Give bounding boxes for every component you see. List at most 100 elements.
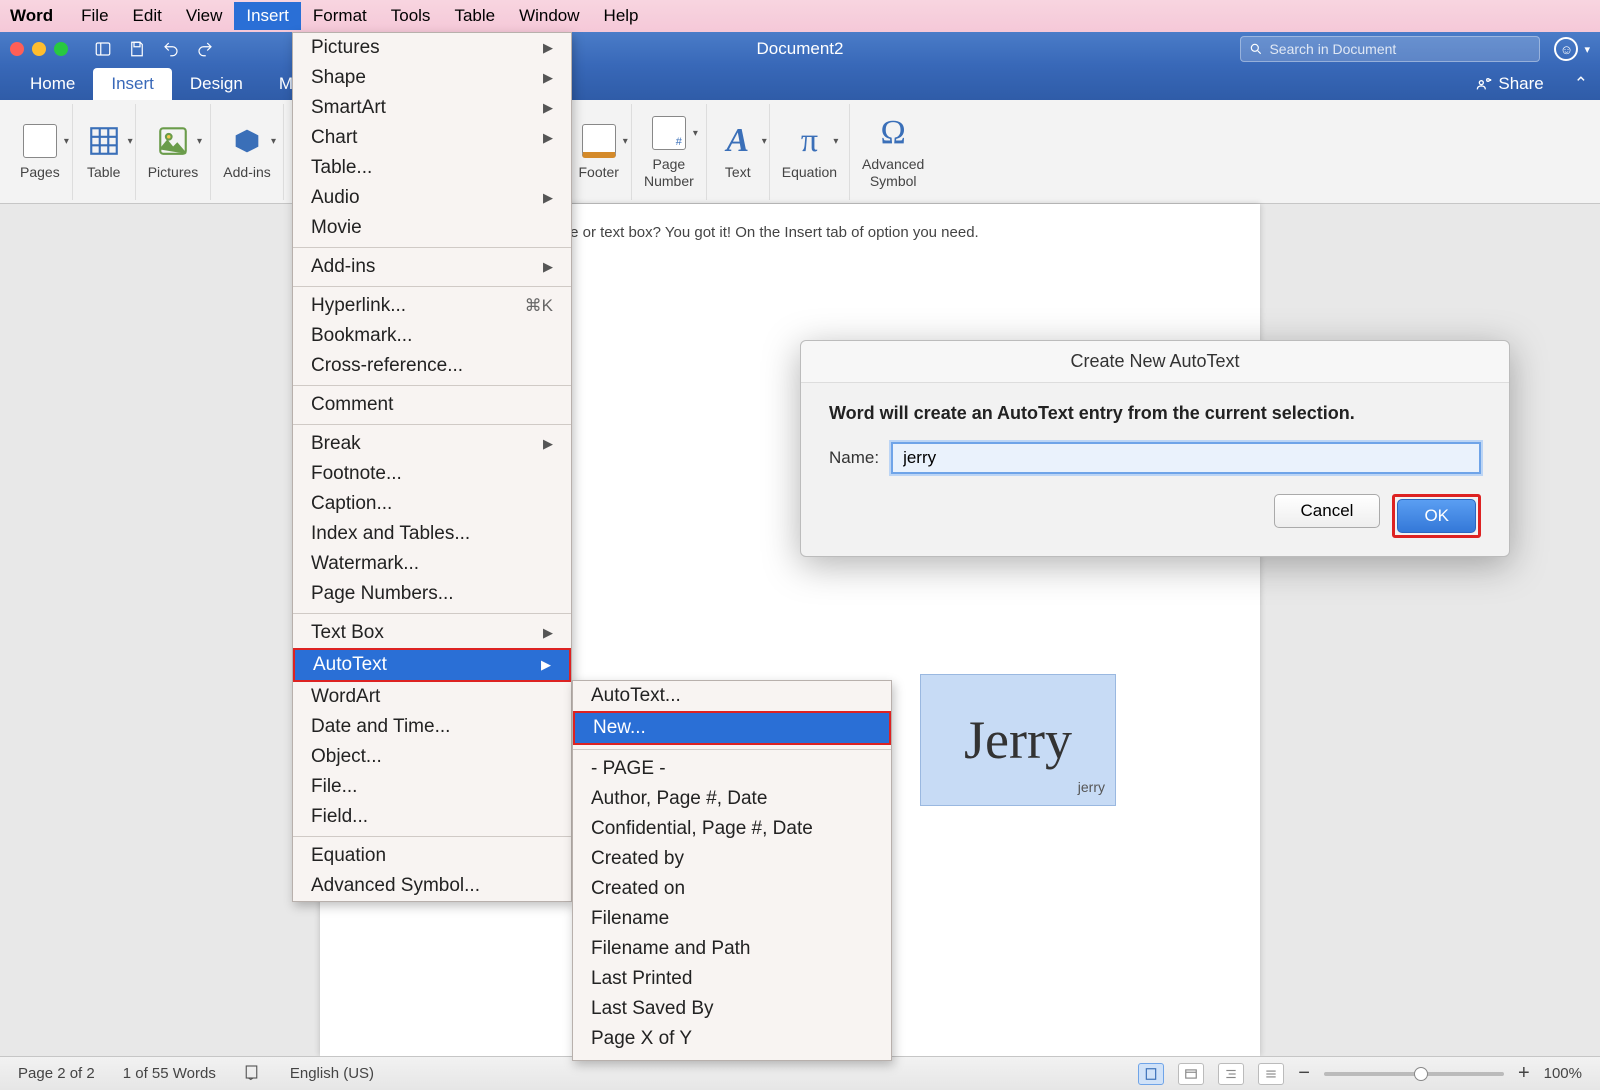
insert-menu-item[interactable]: Watermark... — [293, 549, 571, 579]
insert-menu-item[interactable]: Text Box▶ — [293, 618, 571, 648]
autotext-entry[interactable]: Last Saved By — [573, 994, 891, 1024]
ribbon-addins[interactable]: ▾Add-ins — [211, 104, 283, 200]
ribbon-equation[interactable]: π▾Equation — [770, 104, 850, 200]
sidebar-toggle-icon[interactable] — [92, 38, 114, 60]
close-button[interactable] — [10, 42, 24, 56]
insert-menu-item[interactable]: AutoText▶ — [293, 648, 571, 682]
insert-menu-item[interactable]: Date and Time... — [293, 712, 571, 742]
view-outline-icon[interactable] — [1218, 1063, 1244, 1085]
ribbon-page-number[interactable]: #▾Page Number — [632, 104, 707, 200]
ribbon-footer[interactable]: ▾Footer — [567, 104, 632, 200]
insert-menu-item[interactable]: Cross-reference... — [293, 351, 571, 381]
menu-item-label: Add-ins — [311, 256, 375, 278]
autotext-entry[interactable]: Filename and Path — [573, 934, 891, 964]
insert-menu-item[interactable]: Movie — [293, 213, 571, 243]
insert-menu-item[interactable]: Equation — [293, 841, 571, 871]
tab-design[interactable]: Design — [172, 68, 261, 100]
autotext-menu-item[interactable]: New... — [573, 711, 891, 745]
zoom-in-button[interactable]: + — [1518, 1062, 1530, 1085]
insert-menu-item[interactable]: Footnote... — [293, 459, 571, 489]
view-draft-icon[interactable] — [1258, 1063, 1284, 1085]
submenu-arrow-icon: ▶ — [543, 259, 553, 275]
insert-menu-item[interactable]: Pictures▶ — [293, 33, 571, 63]
status-words[interactable]: 1 of 55 Words — [123, 1065, 216, 1082]
insert-menu-item[interactable]: Page Numbers... — [293, 579, 571, 609]
autotext-menu-item[interactable]: AutoText... — [573, 681, 891, 711]
insert-menu-item[interactable]: SmartArt▶ — [293, 93, 571, 123]
autotext-entry[interactable]: Page X of Y — [573, 1024, 891, 1054]
redo-icon[interactable] — [194, 38, 216, 60]
menu-shortcut: ⌘K — [525, 296, 553, 316]
menu-format[interactable]: Format — [301, 2, 379, 30]
menu-item-label: Audio — [311, 187, 360, 209]
share-button[interactable]: Share — [1476, 74, 1543, 100]
ribbon-pages[interactable]: ▾Pages — [8, 104, 73, 200]
insert-menu-item[interactable]: Bookmark... — [293, 321, 571, 351]
autotext-entry[interactable]: Last Printed — [573, 964, 891, 994]
insert-menu-item[interactable]: Advanced Symbol... — [293, 871, 571, 901]
tab-home[interactable]: Home — [12, 68, 93, 100]
zoom-level[interactable]: 100% — [1544, 1065, 1582, 1082]
search-input[interactable]: Search in Document — [1240, 36, 1540, 62]
menu-item-label: Comment — [311, 394, 393, 416]
save-icon[interactable] — [126, 38, 148, 60]
menu-table[interactable]: Table — [442, 2, 507, 30]
menu-tools[interactable]: Tools — [379, 2, 443, 30]
insert-menu-item[interactable]: WordArt — [293, 682, 571, 712]
autotext-entry[interactable]: Created by — [573, 844, 891, 874]
menu-help[interactable]: Help — [592, 2, 651, 30]
tab-insert[interactable]: Insert — [93, 68, 172, 100]
autotext-entry[interactable]: Confidential, Page #, Date — [573, 814, 891, 844]
maximize-button[interactable] — [54, 42, 68, 56]
insert-menu-item[interactable]: Table... — [293, 153, 571, 183]
insert-menu-item[interactable]: Object... — [293, 742, 571, 772]
insert-menu-item[interactable]: Comment — [293, 390, 571, 420]
minimize-button[interactable] — [32, 42, 46, 56]
menu-separator — [293, 613, 571, 614]
ok-button[interactable]: OK — [1397, 499, 1476, 533]
menu-separator — [293, 247, 571, 248]
ribbon-text[interactable]: A▾Text — [707, 104, 770, 200]
insert-menu-item[interactable]: Caption... — [293, 489, 571, 519]
view-web-layout-icon[interactable] — [1178, 1063, 1204, 1085]
menu-item-label: Watermark... — [311, 553, 419, 575]
signature-selection[interactable]: Jerry jerry — [920, 674, 1116, 806]
menu-insert[interactable]: Insert — [234, 2, 301, 30]
insert-menu-item[interactable]: File... — [293, 772, 571, 802]
autotext-entry[interactable]: Author, Page #, Date — [573, 784, 891, 814]
status-language[interactable]: English (US) — [290, 1065, 374, 1082]
menu-view[interactable]: View — [174, 2, 235, 30]
insert-menu-item[interactable]: Add-ins ▶ — [293, 252, 571, 282]
ribbon-advanced-symbol[interactable]: ΩAdvanced Symbol — [850, 104, 936, 200]
ribbon-pictures[interactable]: ▾Pictures — [136, 104, 212, 200]
insert-menu-item[interactable]: Audio▶ — [293, 183, 571, 213]
menu-edit[interactable]: Edit — [121, 2, 174, 30]
menu-item-label: WordArt — [311, 686, 380, 708]
insert-menu-item[interactable]: Chart▶ — [293, 123, 571, 153]
ribbon-advanced-symbol-label: Advanced Symbol — [862, 156, 924, 188]
feedback-chevron-icon[interactable]: ▾ — [1584, 43, 1590, 56]
name-input[interactable] — [891, 442, 1481, 474]
status-page[interactable]: Page 2 of 2 — [18, 1065, 95, 1082]
feedback-icon[interactable]: ☺ — [1554, 37, 1578, 61]
zoom-out-button[interactable]: − — [1298, 1062, 1310, 1085]
insert-menu-item[interactable]: Hyperlink...⌘K — [293, 291, 571, 321]
zoom-slider[interactable] — [1324, 1072, 1504, 1076]
autotext-entry[interactable]: - PAGE - — [573, 754, 891, 784]
cancel-button[interactable]: Cancel — [1274, 494, 1381, 528]
insert-menu-item[interactable]: Field... — [293, 802, 571, 832]
menu-file[interactable]: File — [69, 2, 120, 30]
autotext-entry[interactable]: Created on — [573, 874, 891, 904]
insert-menu-item[interactable]: Break▶ — [293, 429, 571, 459]
ok-highlight: OK — [1392, 494, 1481, 538]
menu-window[interactable]: Window — [507, 2, 591, 30]
collapse-ribbon-icon[interactable]: ⌃ — [1574, 74, 1588, 100]
view-print-layout-icon[interactable] — [1138, 1063, 1164, 1085]
insert-menu-item[interactable]: Shape▶ — [293, 63, 571, 93]
ribbon-table[interactable]: ▾Table — [73, 104, 136, 200]
submenu-arrow-icon: ▶ — [543, 70, 553, 86]
spellcheck-icon[interactable] — [244, 1063, 262, 1085]
insert-menu-item[interactable]: Index and Tables... — [293, 519, 571, 549]
undo-icon[interactable] — [160, 38, 182, 60]
autotext-entry[interactable]: Filename — [573, 904, 891, 934]
